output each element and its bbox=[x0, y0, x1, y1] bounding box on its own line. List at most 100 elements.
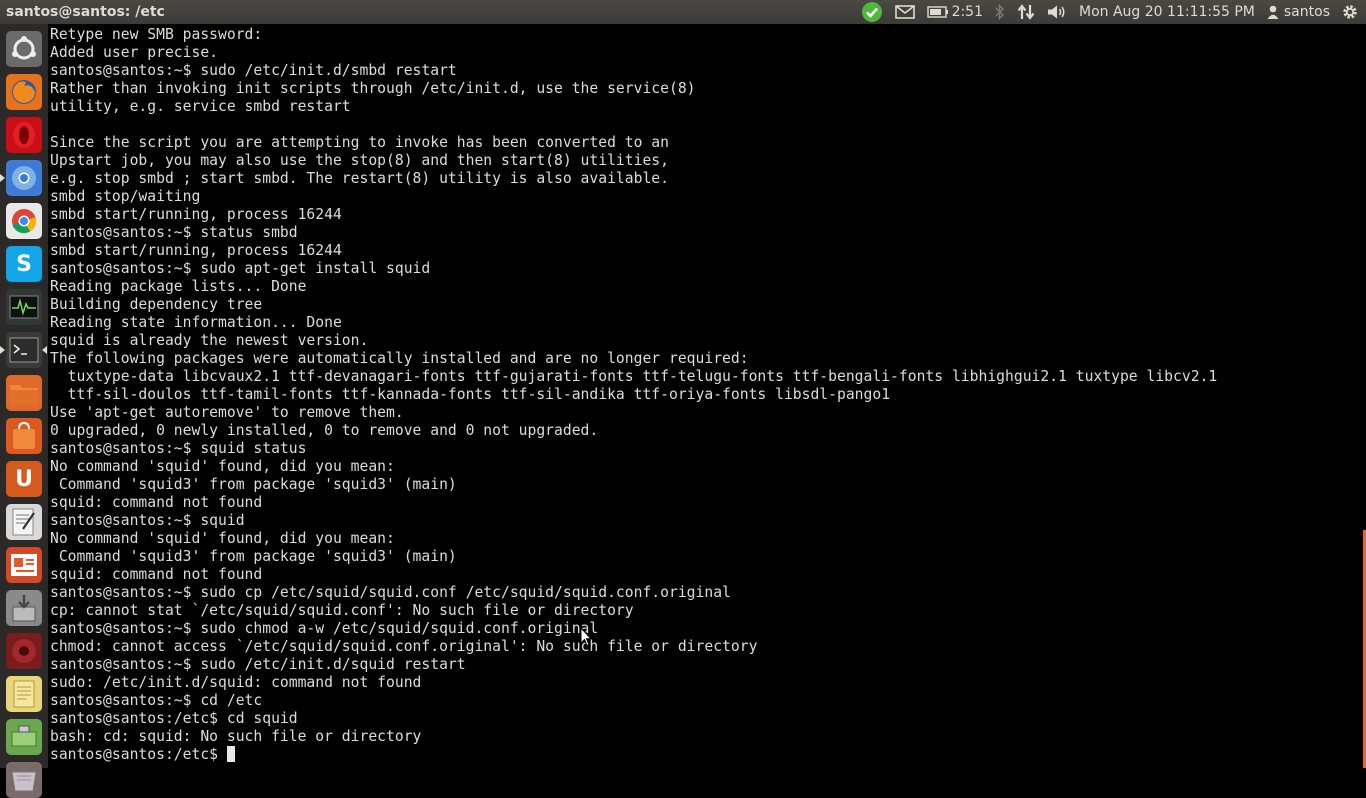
terminal-line: No command 'squid' found, did you mean: bbox=[50, 530, 395, 547]
terminal-line: santos@santos:~$ sudo /etc/init.d/squid … bbox=[50, 656, 466, 673]
terminal-line: Use 'apt-get autoremove' to remove them. bbox=[50, 404, 404, 421]
launcher-item-opera[interactable] bbox=[6, 117, 42, 153]
terminal-line: tuxtype-data libcvaux2.1 ttf-devanagari-… bbox=[50, 368, 1218, 385]
launcher-item-ubuntu-one[interactable]: U bbox=[6, 461, 42, 497]
terminal-line: Command 'squid3' from package 'squid3' (… bbox=[50, 548, 457, 565]
terminal-line: squid: command not found bbox=[50, 494, 263, 511]
ubuntu-one-icon: U bbox=[15, 466, 33, 492]
terminal-line: chmod: cannot access `/etc/squid/squid.c… bbox=[50, 638, 758, 655]
terminal-line: santos@santos:~$ sudo chmod a-w /etc/squ… bbox=[50, 620, 599, 637]
launcher-item-dash-home[interactable] bbox=[6, 31, 42, 67]
indicator-area: 2:51 Mon Aug 20 11:11:55 PM santos bbox=[855, 0, 1366, 24]
terminal-line: 0 upgraded, 0 newly installed, 0 to remo… bbox=[50, 422, 599, 439]
active-indicator bbox=[42, 346, 47, 354]
terminal-line: santos@santos:~$ status smbd bbox=[50, 224, 298, 241]
system-monitor-icon bbox=[9, 295, 39, 319]
terminal-line: Added user precise. bbox=[50, 44, 219, 61]
shopping-bag-icon bbox=[10, 421, 38, 451]
user-icon bbox=[1267, 5, 1279, 19]
mouse-cursor-icon bbox=[580, 627, 592, 647]
terminal-line: Building dependency tree bbox=[50, 296, 263, 313]
terminal-icon bbox=[9, 337, 39, 363]
terminal-line: smbd stop/waiting bbox=[50, 188, 201, 205]
terminal-line: No command 'squid' found, did you mean: bbox=[50, 458, 395, 475]
launcher-item-chrome[interactable] bbox=[6, 203, 42, 239]
skype-icon: S bbox=[16, 251, 32, 277]
window-title: santos@santos: /etc bbox=[6, 4, 165, 20]
terminal-line: santos@santos:~$ cd /etc bbox=[50, 692, 263, 709]
terminal-line: Rather than invoking init scripts throug… bbox=[50, 80, 696, 97]
terminal-line: Reading state information... Done bbox=[50, 314, 342, 331]
shell-prompt: santos@santos:/etc$ bbox=[50, 746, 227, 763]
chrome-icon bbox=[9, 206, 39, 236]
recorder-icon bbox=[9, 636, 39, 666]
terminal-line: The following packages were automaticall… bbox=[50, 350, 749, 367]
user-menu[interactable]: santos bbox=[1261, 0, 1336, 24]
terminal-line: santos@santos:~$ squid status bbox=[50, 440, 307, 457]
usb-drive-icon bbox=[9, 724, 39, 750]
terminal-line: squid is already the newest version. bbox=[50, 332, 369, 349]
terminal-line: Upstart job, you may also use the stop(8… bbox=[50, 152, 669, 169]
launcher-item-chromium[interactable] bbox=[6, 160, 42, 196]
launcher-item-firefox[interactable] bbox=[6, 74, 42, 110]
launcher-item-skype[interactable]: S bbox=[6, 246, 42, 282]
battery-time: 2:51 bbox=[951, 4, 984, 20]
terminal-line: Command 'squid3' from package 'squid3' (… bbox=[50, 476, 457, 493]
launcher-item-notes[interactable] bbox=[6, 676, 42, 712]
terminal-line: Retype new SMB password: bbox=[50, 26, 263, 43]
volume-icon[interactable] bbox=[1041, 0, 1073, 24]
terminal-line: santos@santos:~$ sudo apt-get install sq… bbox=[50, 260, 431, 277]
user-name: santos bbox=[1283, 4, 1330, 20]
impress-icon bbox=[9, 551, 39, 579]
terminal-line: ttf-sil-doulos ttf-tamil-fonts ttf-kanna… bbox=[50, 386, 891, 403]
terminal-line: santos@santos:/etc$ cd squid bbox=[50, 710, 298, 727]
bluetooth-icon[interactable] bbox=[989, 0, 1011, 24]
launcher-item-system-monitor[interactable] bbox=[6, 289, 42, 325]
launcher-item-files[interactable] bbox=[6, 375, 42, 411]
launcher-item-presentation[interactable] bbox=[6, 547, 42, 583]
text-editor-icon bbox=[11, 507, 37, 537]
launcher: SU bbox=[0, 24, 48, 798]
terminal-line: cp: cannot stat `/etc/squid/squid.conf':… bbox=[50, 602, 634, 619]
terminal-line: Reading package lists... Done bbox=[50, 278, 307, 295]
terminal-line: Since the script you are attempting to i… bbox=[50, 134, 669, 151]
text-cursor bbox=[226, 746, 235, 762]
running-indicator bbox=[0, 174, 5, 182]
launcher-item-software-center[interactable] bbox=[6, 418, 42, 454]
terminal-line: santos@santos:~$ squid bbox=[50, 512, 245, 529]
terminal-window[interactable]: Retype new SMB password: Added user preci… bbox=[48, 24, 1366, 768]
battery-indicator[interactable]: 2:51 bbox=[921, 0, 989, 24]
terminal-line: utility, e.g. service smbd restart bbox=[50, 98, 351, 115]
launcher-item-removable-drive[interactable] bbox=[6, 719, 42, 755]
terminal-line: squid: command not found bbox=[50, 566, 263, 583]
notes-icon bbox=[11, 679, 37, 709]
mail-icon[interactable] bbox=[889, 0, 921, 24]
gear-icon[interactable] bbox=[1336, 0, 1366, 24]
launcher-item-trash[interactable] bbox=[6, 762, 42, 798]
terminal-line: smbd start/running, process 16244 bbox=[50, 242, 342, 259]
chromium-icon bbox=[9, 163, 39, 193]
battery-icon bbox=[926, 6, 949, 18]
launcher-item-terminal[interactable] bbox=[6, 332, 42, 368]
terminal-line: santos@santos:~$ sudo /etc/init.d/smbd r… bbox=[50, 62, 457, 79]
launcher-item-installer[interactable] bbox=[6, 590, 42, 626]
trash-icon bbox=[9, 767, 39, 793]
terminal-line: sudo: /etc/init.d/squid: command not fou… bbox=[50, 674, 422, 691]
terminal-line: santos@santos:~$ sudo cp /etc/squid/squi… bbox=[50, 584, 731, 601]
firefox-icon bbox=[9, 77, 39, 107]
launcher-item-text-editor[interactable] bbox=[6, 504, 42, 540]
update-check-icon[interactable] bbox=[855, 0, 889, 24]
opera-icon bbox=[9, 120, 39, 150]
terminal-line: bash: cd: squid: No such file or directo… bbox=[50, 728, 422, 745]
folder-icon bbox=[9, 380, 39, 406]
ubuntu-logo-icon bbox=[10, 35, 38, 63]
terminal-line: smbd start/running, process 16244 bbox=[50, 206, 342, 223]
top-panel: santos@santos: /etc 2:51 Mon Aug 20 11:1… bbox=[0, 0, 1366, 24]
clock[interactable]: Mon Aug 20 11:11:55 PM bbox=[1073, 0, 1261, 24]
network-icon[interactable] bbox=[1011, 0, 1041, 24]
launcher-item-recorder[interactable] bbox=[6, 633, 42, 669]
terminal-line: e.g. stop smbd ; start smbd. The restart… bbox=[50, 170, 669, 187]
running-indicator bbox=[0, 346, 5, 354]
prompt-line[interactable]: santos@santos:/etc$ bbox=[50, 746, 1217, 764]
